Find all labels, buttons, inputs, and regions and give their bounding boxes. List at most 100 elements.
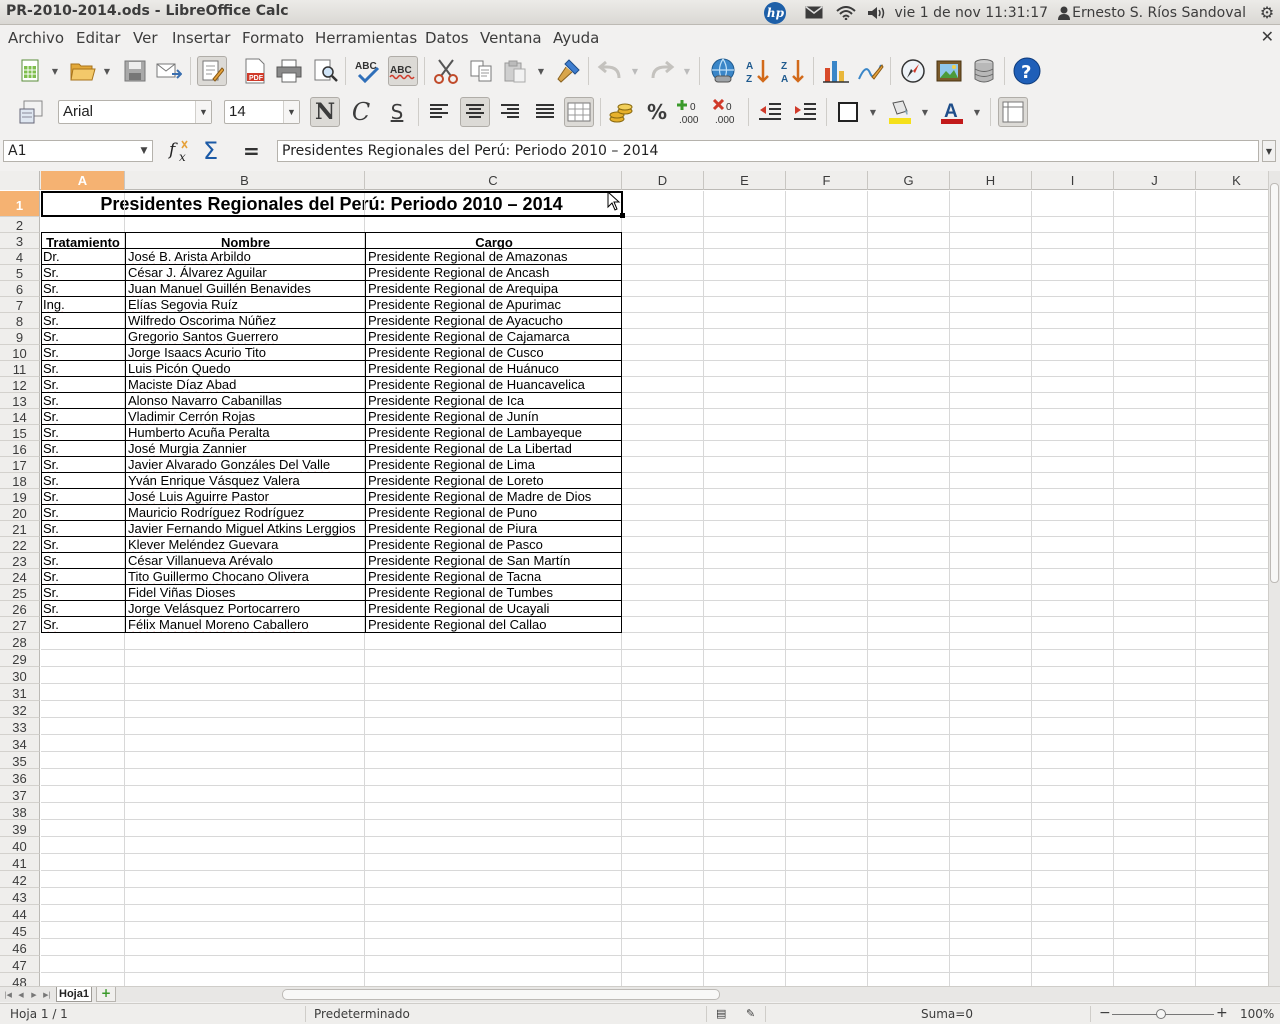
table-cell[interactable]: Presidente Regional de Junín <box>366 409 622 425</box>
align-right-icon[interactable] <box>495 97 525 127</box>
draw-functions-icon[interactable] <box>855 56 885 86</box>
hyperlink-icon[interactable] <box>708 56 738 86</box>
table-cell[interactable]: Presidente Regional de Ica <box>366 393 622 409</box>
function-wizard-icon[interactable]: fx <box>167 138 194 169</box>
open-dropdown-icon[interactable]: ▼ <box>102 56 112 86</box>
percent-format-icon[interactable]: % <box>642 97 672 127</box>
row-header[interactable]: 3 <box>0 233 40 249</box>
selection-mode-icon[interactable]: ▤ <box>716 1007 726 1020</box>
table-cell[interactable]: Sr. <box>41 313 125 329</box>
gallery-icon[interactable] <box>934 56 964 86</box>
table-cell[interactable]: Sr. <box>41 377 125 393</box>
table-cell[interactable]: Sr. <box>41 473 125 489</box>
menu-ver[interactable]: Ver <box>133 29 158 47</box>
mail-icon[interactable] <box>798 0 830 25</box>
row-header[interactable]: 24 <box>0 569 40 585</box>
menu-ayuda[interactable]: Ayuda <box>553 29 599 47</box>
table-cell[interactable]: Sr. <box>41 585 125 601</box>
row-header[interactable]: 42 <box>0 871 40 888</box>
add-decimal-icon[interactable]: 0 .000 <box>676 97 706 127</box>
align-center-icon[interactable] <box>460 97 490 127</box>
align-left-icon[interactable] <box>424 97 454 127</box>
table-cell[interactable]: Presidente Regional del Callao <box>366 617 622 633</box>
table-cell[interactable]: Presidente Regional de Arequipa <box>366 281 622 297</box>
table-cell[interactable]: Fidel Viñas Dioses <box>126 585 365 601</box>
table-cell[interactable]: Presidente Regional de Ancash <box>366 265 622 281</box>
table-cell[interactable]: Mauricio Rodríguez Rodríguez <box>126 505 365 521</box>
merge-cells-icon[interactable] <box>564 97 594 127</box>
table-cell[interactable]: Yván Enrique Vásquez Valera <box>126 473 365 489</box>
user-name[interactable]: Ernesto S. Ríos Sandoval <box>1072 0 1254 25</box>
table-cell[interactable]: Sr. <box>41 505 125 521</box>
clone-formatting-icon[interactable] <box>553 56 583 86</box>
row-header[interactable]: 19 <box>0 489 40 505</box>
table-cell[interactable]: Sr. <box>41 281 125 297</box>
table-cell[interactable]: Alonso Navarro Cabanillas <box>126 393 365 409</box>
column-header-i[interactable]: I <box>1032 171 1114 190</box>
chart-icon[interactable] <box>821 56 851 86</box>
print-preview-icon[interactable] <box>311 56 341 86</box>
row-header[interactable]: 22 <box>0 537 40 553</box>
undo-dropdown-icon[interactable]: ▼ <box>630 56 640 86</box>
row-header[interactable]: 36 <box>0 769 40 786</box>
table-cell[interactable]: Presidente Regional de Pasco <box>366 537 622 553</box>
row-header[interactable]: 38 <box>0 803 40 820</box>
row-header[interactable]: 16 <box>0 441 40 457</box>
row-header[interactable]: 6 <box>0 281 40 297</box>
cell-area[interactable]: Presidentes Regionales del Perú: Periodo… <box>41 191 1268 986</box>
table-cell[interactable]: Presidente Regional de Tacna <box>366 569 622 585</box>
row-header[interactable]: 44 <box>0 905 40 922</box>
select-all-corner[interactable] <box>0 171 40 190</box>
decrease-indent-icon[interactable] <box>755 97 785 127</box>
table-cell[interactable]: José Murgia Zannier <box>126 441 365 457</box>
table-cell[interactable]: Sr. <box>41 569 125 585</box>
table-cell[interactable]: Sr. <box>41 425 125 441</box>
sum-icon[interactable]: Σ <box>203 137 218 165</box>
email-icon[interactable] <box>154 56 184 86</box>
table-cell[interactable]: Vladimir Cerrón Rojas <box>126 409 365 425</box>
table-cell[interactable]: César Villanueva Arévalo <box>126 553 365 569</box>
row-header[interactable]: 32 <box>0 701 40 718</box>
table-cell[interactable]: Sr. <box>41 521 125 537</box>
row-header[interactable]: 39 <box>0 820 40 837</box>
paste-dropdown-icon[interactable]: ▼ <box>536 56 546 86</box>
title-cell[interactable]: Presidentes Regionales del Perú: Periodo… <box>41 191 622 217</box>
row-header[interactable]: 34 <box>0 735 40 752</box>
table-cell[interactable]: Javier Fernando Miguel Atkins Lerggios <box>126 521 365 537</box>
table-cell[interactable]: Sr. <box>41 393 125 409</box>
font-size-combo[interactable]: 14 ▼ <box>224 100 300 124</box>
table-cell[interactable]: Presidente Regional de Amazonas <box>366 249 622 265</box>
volume-icon[interactable] <box>862 0 892 25</box>
menu-datos[interactable]: Datos <box>425 29 469 47</box>
zoom-level[interactable]: 100% <box>1240 1007 1274 1021</box>
table-cell[interactable]: Juan Manuel Guillén Benavides <box>126 281 365 297</box>
table-cell[interactable]: Sr. <box>41 409 125 425</box>
table-cell[interactable]: Presidente Regional de Ucayali <box>366 601 622 617</box>
table-cell[interactable]: José Luis Aguirre Pastor <box>126 489 365 505</box>
table-cell[interactable]: Presidente Regional de Lambayeque <box>366 425 622 441</box>
row-header[interactable]: 7 <box>0 297 40 313</box>
prev-sheet-icon[interactable]: ◀ <box>15 988 27 1001</box>
wifi-icon[interactable] <box>830 0 862 25</box>
table-cell[interactable]: Luis Picón Quedo <box>126 361 365 377</box>
hp-icon[interactable]: hp <box>764 0 798 25</box>
row-header[interactable]: 1 <box>0 191 40 217</box>
increase-indent-icon[interactable] <box>790 97 820 127</box>
justify-icon[interactable] <box>530 97 560 127</box>
row-header[interactable]: 40 <box>0 837 40 854</box>
menu-ventana[interactable]: Ventana <box>480 29 542 47</box>
zoom-in-icon[interactable]: + <box>1216 1005 1228 1021</box>
menu-archivo[interactable]: Archivo <box>8 29 64 47</box>
row-header[interactable]: 30 <box>0 667 40 684</box>
row-header[interactable]: 14 <box>0 409 40 425</box>
chevron-down-icon[interactable]: ▼ <box>136 141 152 161</box>
underline-button[interactable]: S <box>382 97 412 127</box>
table-cell[interactable]: Klever Meléndez Guevara <box>126 537 365 553</box>
row-header[interactable]: 33 <box>0 718 40 735</box>
table-cell[interactable]: Gregorio Santos Guerrero <box>126 329 365 345</box>
table-cell[interactable]: Presidente Regional de Cusco <box>366 345 622 361</box>
row-header[interactable]: 25 <box>0 585 40 601</box>
italic-button[interactable]: C <box>346 97 376 127</box>
column-header-k[interactable]: K <box>1196 171 1268 190</box>
new-dropdown-icon[interactable]: ▼ <box>50 56 60 86</box>
